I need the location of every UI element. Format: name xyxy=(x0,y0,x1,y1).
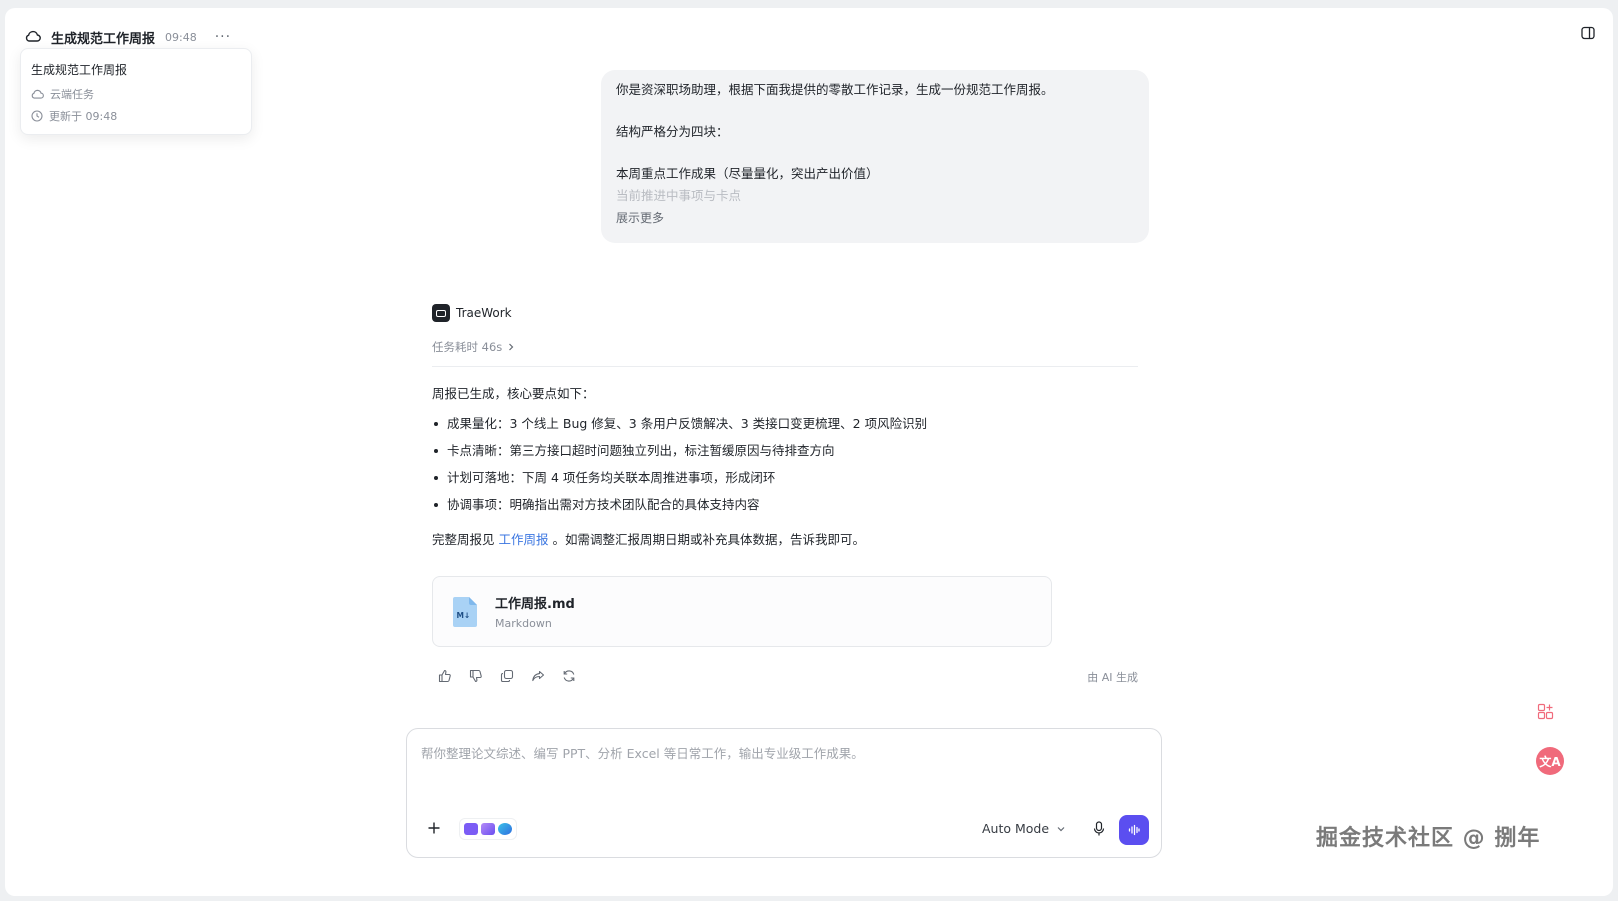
outro-text: 完整周报见 xyxy=(432,532,495,547)
task-header: 生成规范工作周报 09:48 ··· xyxy=(25,24,231,50)
image-icon[interactable] xyxy=(481,823,495,835)
file-meta: 工作周报.md Markdown xyxy=(495,593,575,630)
file-attachment-card[interactable]: M↓ 工作周报.md Markdown xyxy=(432,576,1052,647)
user-message-line: 你是资深职场助理，根据下面我提供的零散工作记录，生成一份规范工作周报。 xyxy=(616,82,1054,97)
task-info-popover: 生成规范工作周报 云端任务 更新于 09:48 xyxy=(20,48,252,135)
app-window: 生成规范工作周报 09:48 ··· 生成规范工作周报 云端任务 更新于 09:… xyxy=(5,8,1613,896)
chevron-down-icon xyxy=(1057,826,1065,831)
user-message-faded-line: 当前推进中事项与卡点 xyxy=(616,188,742,203)
file-type: Markdown xyxy=(495,617,552,630)
translate-icon[interactable]: 文A xyxy=(1536,747,1564,775)
thumbs-down-icon[interactable] xyxy=(469,669,485,685)
clock-icon xyxy=(31,110,43,122)
task-duration-toggle[interactable]: 任务耗时 46s xyxy=(432,339,1138,355)
microphone-icon[interactable] xyxy=(1093,821,1107,837)
cloud-icon xyxy=(25,30,43,44)
thumbs-up-icon[interactable] xyxy=(438,669,454,685)
assistant-name: TraeWork xyxy=(456,306,512,320)
toggle-panel-icon[interactable] xyxy=(1581,26,1595,40)
audio-wave-icon xyxy=(1128,824,1140,836)
list-item: 协调事项：明确指出需对方技术团队配合的具体支持内容 xyxy=(432,497,1138,524)
apps-grid-icon[interactable] xyxy=(1537,703,1555,721)
refresh-icon[interactable] xyxy=(562,669,578,685)
list-item: 成果量化：3 个线上 Bug 修复、3 条用户反馈解决、3 类接口变更梳理、2 … xyxy=(432,416,1138,443)
plus-icon[interactable] xyxy=(427,821,443,837)
task-time: 09:48 xyxy=(165,30,197,44)
mode-selector[interactable]: Auto Mode xyxy=(982,821,1065,836)
report-link[interactable]: 工作周报 xyxy=(499,532,549,547)
brush-icon[interactable] xyxy=(498,823,512,835)
markdown-file-icon: M↓ xyxy=(453,596,477,627)
task-duration: 任务耗时 46s xyxy=(432,340,503,354)
copy-icon[interactable] xyxy=(500,669,516,685)
popover-location-row: 云端任务 xyxy=(31,86,241,102)
user-message-bubble: 你是资深职场助理，根据下面我提供的零散工作记录，生成一份规范工作周报。 结构严格… xyxy=(601,70,1149,243)
prompt-input[interactable] xyxy=(421,743,1141,793)
traework-logo-icon xyxy=(432,304,450,322)
user-message-line: 本周重点工作成果（尽量量化，突出产出价值） xyxy=(616,166,879,181)
cloud-icon xyxy=(31,89,44,99)
show-more-button[interactable]: 展示更多 xyxy=(616,212,1134,224)
assistant-message: TraeWork 任务耗时 46s 周报已生成，核心要点如下： 成果量化：3 个… xyxy=(432,303,1138,685)
assistant-brand: TraeWork xyxy=(432,303,1138,323)
chevron-right-icon xyxy=(509,343,514,351)
list-item: 卡点清晰：第三方接口超时问题独立列出，标注暂缓原因与待排查方向 xyxy=(432,443,1138,470)
video-icon[interactable] xyxy=(464,823,478,835)
summary-intro: 周报已生成，核心要点如下： xyxy=(432,386,595,401)
file-name: 工作周报.md xyxy=(495,597,575,612)
voice-send-button[interactable] xyxy=(1119,815,1149,845)
divider xyxy=(432,366,1138,367)
media-tools[interactable] xyxy=(459,818,517,840)
share-icon[interactable] xyxy=(531,669,547,685)
summary-outro: 完整周报见 工作周报 。如需调整汇报周期日期或补充具体数据，告诉我即可。 xyxy=(432,529,1138,548)
popover-updated: 更新于 09:48 xyxy=(49,110,118,123)
svg-text:M↓: M↓ xyxy=(457,611,471,620)
ai-generated-label: 由 AI 生成 xyxy=(1087,671,1138,684)
message-actions: 由 AI 生成 xyxy=(432,669,1138,685)
popover-updated-row: 更新于 09:48 xyxy=(31,108,241,124)
popover-location: 云端任务 xyxy=(50,88,94,101)
mode-label: Auto Mode xyxy=(982,821,1050,836)
summary-points: 成果量化：3 个线上 Bug 修复、3 条用户反馈解决、3 类接口变更梳理、2 … xyxy=(432,416,1138,524)
list-item: 计划可落地：下周 4 项任务均关联本周推进事项，形成闭环 xyxy=(432,470,1138,497)
message-composer: Auto Mode xyxy=(406,728,1162,858)
outro-text: 。如需调整汇报周期日期或补充具体数据，告诉我即可。 xyxy=(552,532,866,547)
user-message-line: 结构严格分为四块： xyxy=(616,124,729,139)
task-title[interactable]: 生成规范工作周报 xyxy=(51,28,155,47)
watermark: 掘金技术社区 @ 捌年 xyxy=(1316,826,1541,851)
popover-title: 生成规范工作周报 xyxy=(31,63,128,77)
more-options-icon[interactable]: ··· xyxy=(215,29,231,45)
